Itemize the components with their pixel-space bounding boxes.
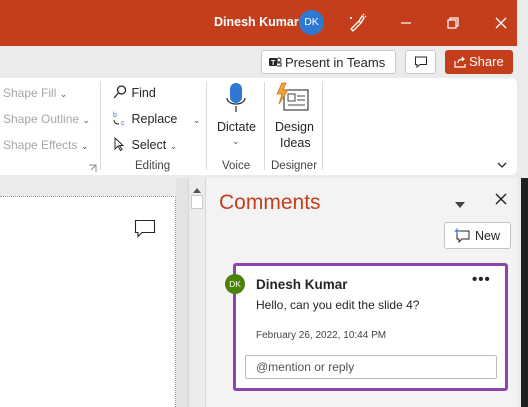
share-icon	[453, 55, 467, 72]
teams-icon: T	[268, 55, 282, 72]
comment-text: Hello, can you edit the slide 4?	[256, 298, 420, 312]
comment-avatar: DK	[225, 274, 245, 294]
replace-icon: bc	[112, 110, 128, 129]
new-comment-icon	[454, 228, 472, 247]
vertical-scrollbar[interactable]	[188, 178, 206, 407]
svg-text:b: b	[113, 112, 117, 119]
ribbon: Shape Fill ⌄ Shape Outline ⌄ Shape Effec…	[0, 78, 517, 175]
dictate-button[interactable]: Dictate ⌄	[216, 82, 256, 152]
select-button[interactable]: Select ⌄	[112, 136, 177, 155]
pane-options-icon[interactable]	[454, 196, 466, 214]
design-ideas-button[interactable]: Design Ideas	[272, 82, 320, 154]
shape-outline-button[interactable]: Shape Outline ⌄	[3, 112, 90, 126]
design-ideas-icon	[276, 82, 310, 115]
search-icon	[112, 84, 128, 103]
separator	[206, 82, 207, 170]
command-bar: T Present in Teams Share	[0, 46, 528, 78]
title-bar: Dinesh Kumar DK	[0, 0, 528, 46]
microphone-icon	[225, 82, 247, 119]
editing-group-label: Editing	[135, 160, 171, 172]
more-options-icon[interactable]: •••	[472, 271, 491, 288]
comments-toggle-button[interactable]	[405, 50, 436, 74]
slide-canvas[interactable]	[0, 196, 176, 407]
share-button[interactable]: Share	[445, 50, 513, 74]
share-label: Share	[469, 54, 504, 69]
restore-icon[interactable]	[442, 12, 464, 34]
separator	[322, 82, 323, 170]
comment-card[interactable]: DK Dinesh Kumar ••• Hello, can you edit …	[225, 263, 508, 391]
comments-title: Comments	[219, 191, 321, 214]
account-avatar[interactable]: DK	[299, 10, 324, 35]
shape-effects-button[interactable]: Shape Effects ⌄	[3, 138, 88, 152]
slide-workspace	[176, 178, 188, 407]
designer-pen-icon[interactable]	[346, 12, 368, 34]
comment-timestamp: February 26, 2022, 10:44 PM	[256, 330, 387, 341]
minimize-icon[interactable]	[395, 12, 417, 34]
shape-fill-button[interactable]: Shape Fill ⌄	[3, 86, 67, 100]
close-pane-icon[interactable]	[494, 192, 508, 211]
present-in-teams-label: Present in Teams	[285, 55, 386, 70]
desktop-edge	[521, 178, 528, 407]
separator	[264, 82, 265, 170]
close-icon[interactable]	[490, 12, 512, 34]
svg-text:c: c	[121, 120, 125, 126]
voice-group-label: Voice	[222, 160, 251, 172]
reply-input[interactable]	[245, 355, 497, 379]
account-name[interactable]: Dinesh Kumar	[214, 15, 299, 29]
comment-icon	[414, 55, 428, 74]
separator	[100, 82, 101, 170]
replace-button[interactable]: bc Replace ⌄	[112, 110, 200, 129]
comment-marker-icon[interactable]	[134, 219, 156, 244]
scroll-thumb[interactable]	[191, 195, 203, 209]
designer-group-label: Designer	[271, 160, 318, 172]
new-comment-button[interactable]: New	[444, 222, 511, 249]
svg-text:T: T	[271, 60, 276, 67]
collapse-ribbon-icon[interactable]	[496, 157, 508, 175]
new-comment-label: New	[475, 229, 501, 243]
find-button[interactable]: Find	[112, 84, 156, 103]
present-in-teams-button[interactable]: T Present in Teams	[261, 50, 396, 74]
comments-pane: Comments New DK Dinesh Kumar ••• Hello, …	[206, 178, 517, 407]
cursor-icon	[112, 136, 128, 155]
comment-author: Dinesh Kumar	[256, 277, 348, 292]
dialog-launcher-icon[interactable]	[88, 160, 97, 178]
